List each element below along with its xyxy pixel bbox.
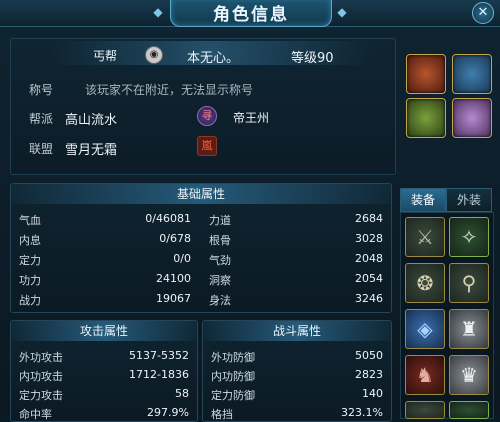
title-plate: 角色信息 — [170, 0, 332, 27]
weapon-icon: ⚔ — [416, 225, 434, 249]
stat-row: 定力攻击 58 — [19, 387, 189, 402]
jewel-icon: ◈ — [417, 317, 433, 341]
stat-row: 内功攻击 1712-1836 — [19, 368, 189, 383]
stat-row: 功力 24100 洞察 2054 — [19, 272, 383, 287]
stat-row: 外功攻击 5137-5352 — [19, 349, 189, 364]
title-label: 称号 — [29, 83, 54, 97]
mount-item-icon[interactable] — [406, 54, 446, 94]
guild-name[interactable]: 高山流水 — [65, 109, 117, 128]
equip-slot-belt[interactable] — [405, 401, 445, 419]
combat-attributes-panel: 战斗属性 外功防御 5050 内功防御 2823 定力防御 140 格挡 323… — [202, 320, 392, 422]
profile-panel: 丐帮 ◉ 本无心。 等级90 称号 该玩家不在附近，无法显示称号 帮派 高山流水… — [10, 38, 396, 175]
equip-slot-boots[interactable] — [449, 401, 489, 419]
stat-row: 战力 19067 身法 3246 — [19, 292, 383, 307]
tab-appearance[interactable]: 外装 — [446, 188, 492, 212]
necklace-icon: ❂ — [416, 271, 434, 295]
guild-badge-icon: 寻 — [197, 106, 217, 126]
equip-slot-necklace[interactable]: ❂ — [405, 263, 445, 303]
stat-row: 内功防御 2823 — [211, 368, 383, 383]
alliance-label: 联盟 — [29, 142, 54, 156]
title-bar: 角色信息 ◆ ◆ ✕ — [0, 0, 500, 27]
equip-slot-weapon[interactable]: ⚔ — [405, 217, 445, 257]
equipment-column: 装备 外装 ⚔ ✧ ❂ ⚲ ◈ ♜ ♞ ♛ — [398, 40, 494, 419]
guild-rank: 帝王州 — [233, 111, 270, 125]
equip-slot-helmet[interactable]: ✧ — [449, 217, 489, 257]
tab-equipment[interactable]: 装备 — [400, 188, 446, 212]
manual-item-icon[interactable] — [406, 98, 446, 138]
stat-row: 格挡 323.1% — [211, 406, 383, 421]
character-info-window: 角色信息 ◆ ◆ ✕ 丐帮 ◉ 本无心。 等级90 称号 该玩家不在附近，无法显… — [0, 0, 500, 422]
helmet-icon: ✧ — [460, 225, 478, 249]
guild-label: 帮派 — [29, 112, 54, 126]
close-button[interactable]: ✕ — [472, 2, 494, 24]
stat-row: 外功防御 5050 — [211, 349, 383, 364]
school-emblem-icon: ◉ — [145, 46, 163, 64]
equip-slot-armor[interactable]: ♜ — [449, 309, 489, 349]
attack-attributes-panel: 攻击属性 外功攻击 5137-5352 内功攻击 1712-1836 定力攻击 … — [10, 320, 198, 422]
ornament-right-icon: ◆ — [337, 5, 347, 19]
scroll-item-icon[interactable] — [452, 98, 492, 138]
attack-attributes-header: 攻击属性 — [11, 321, 197, 341]
combat-attributes-header: 战斗属性 — [203, 321, 391, 341]
book-item-icon[interactable] — [452, 54, 492, 94]
stat-row: 定力 0/0 气劲 2048 — [19, 252, 383, 267]
alliance-name[interactable]: 雪月无霜 — [65, 139, 117, 158]
equip-slot-robe[interactable]: ♛ — [449, 355, 489, 395]
stat-row: 气血 0/46081 力道 2684 — [19, 212, 383, 227]
name-bar: 丐帮 ◉ 本无心。 等级90 — [51, 41, 371, 66]
title-value: 该玩家不在附近，无法显示称号 — [85, 83, 254, 97]
equip-slot-ring[interactable]: ⚲ — [449, 263, 489, 303]
horse-icon: ♞ — [416, 363, 434, 387]
player-name: 本无心。 — [187, 51, 240, 66]
ring-icon: ⚲ — [461, 271, 477, 295]
basic-attributes-header: 基础属性 — [11, 184, 391, 204]
alliance-badge-icon: 嵐 — [197, 136, 217, 156]
player-level: 等级90 — [291, 51, 334, 66]
armor-icon: ♜ — [460, 317, 478, 341]
stat-row: 定力防御 140 — [211, 387, 383, 402]
stat-row: 内息 0/678 根骨 3028 — [19, 232, 383, 247]
equip-slot-mount[interactable]: ♞ — [405, 355, 445, 395]
basic-attributes-panel: 基础属性 气血 0/46081 力道 2684 内息 0/678 根骨 3028… — [10, 183, 392, 313]
equipment-grid: ⚔ ✧ ❂ ⚲ ◈ ♜ ♞ ♛ — [400, 212, 494, 419]
window-title: 角色信息 — [213, 5, 289, 25]
equip-slot-jewel[interactable]: ◈ — [405, 309, 445, 349]
stat-row: 命中率 297.9% — [19, 406, 189, 421]
ornament-left-icon: ◆ — [153, 5, 163, 19]
school-label: 丐帮 — [93, 49, 118, 63]
robe-icon: ♛ — [460, 363, 478, 387]
